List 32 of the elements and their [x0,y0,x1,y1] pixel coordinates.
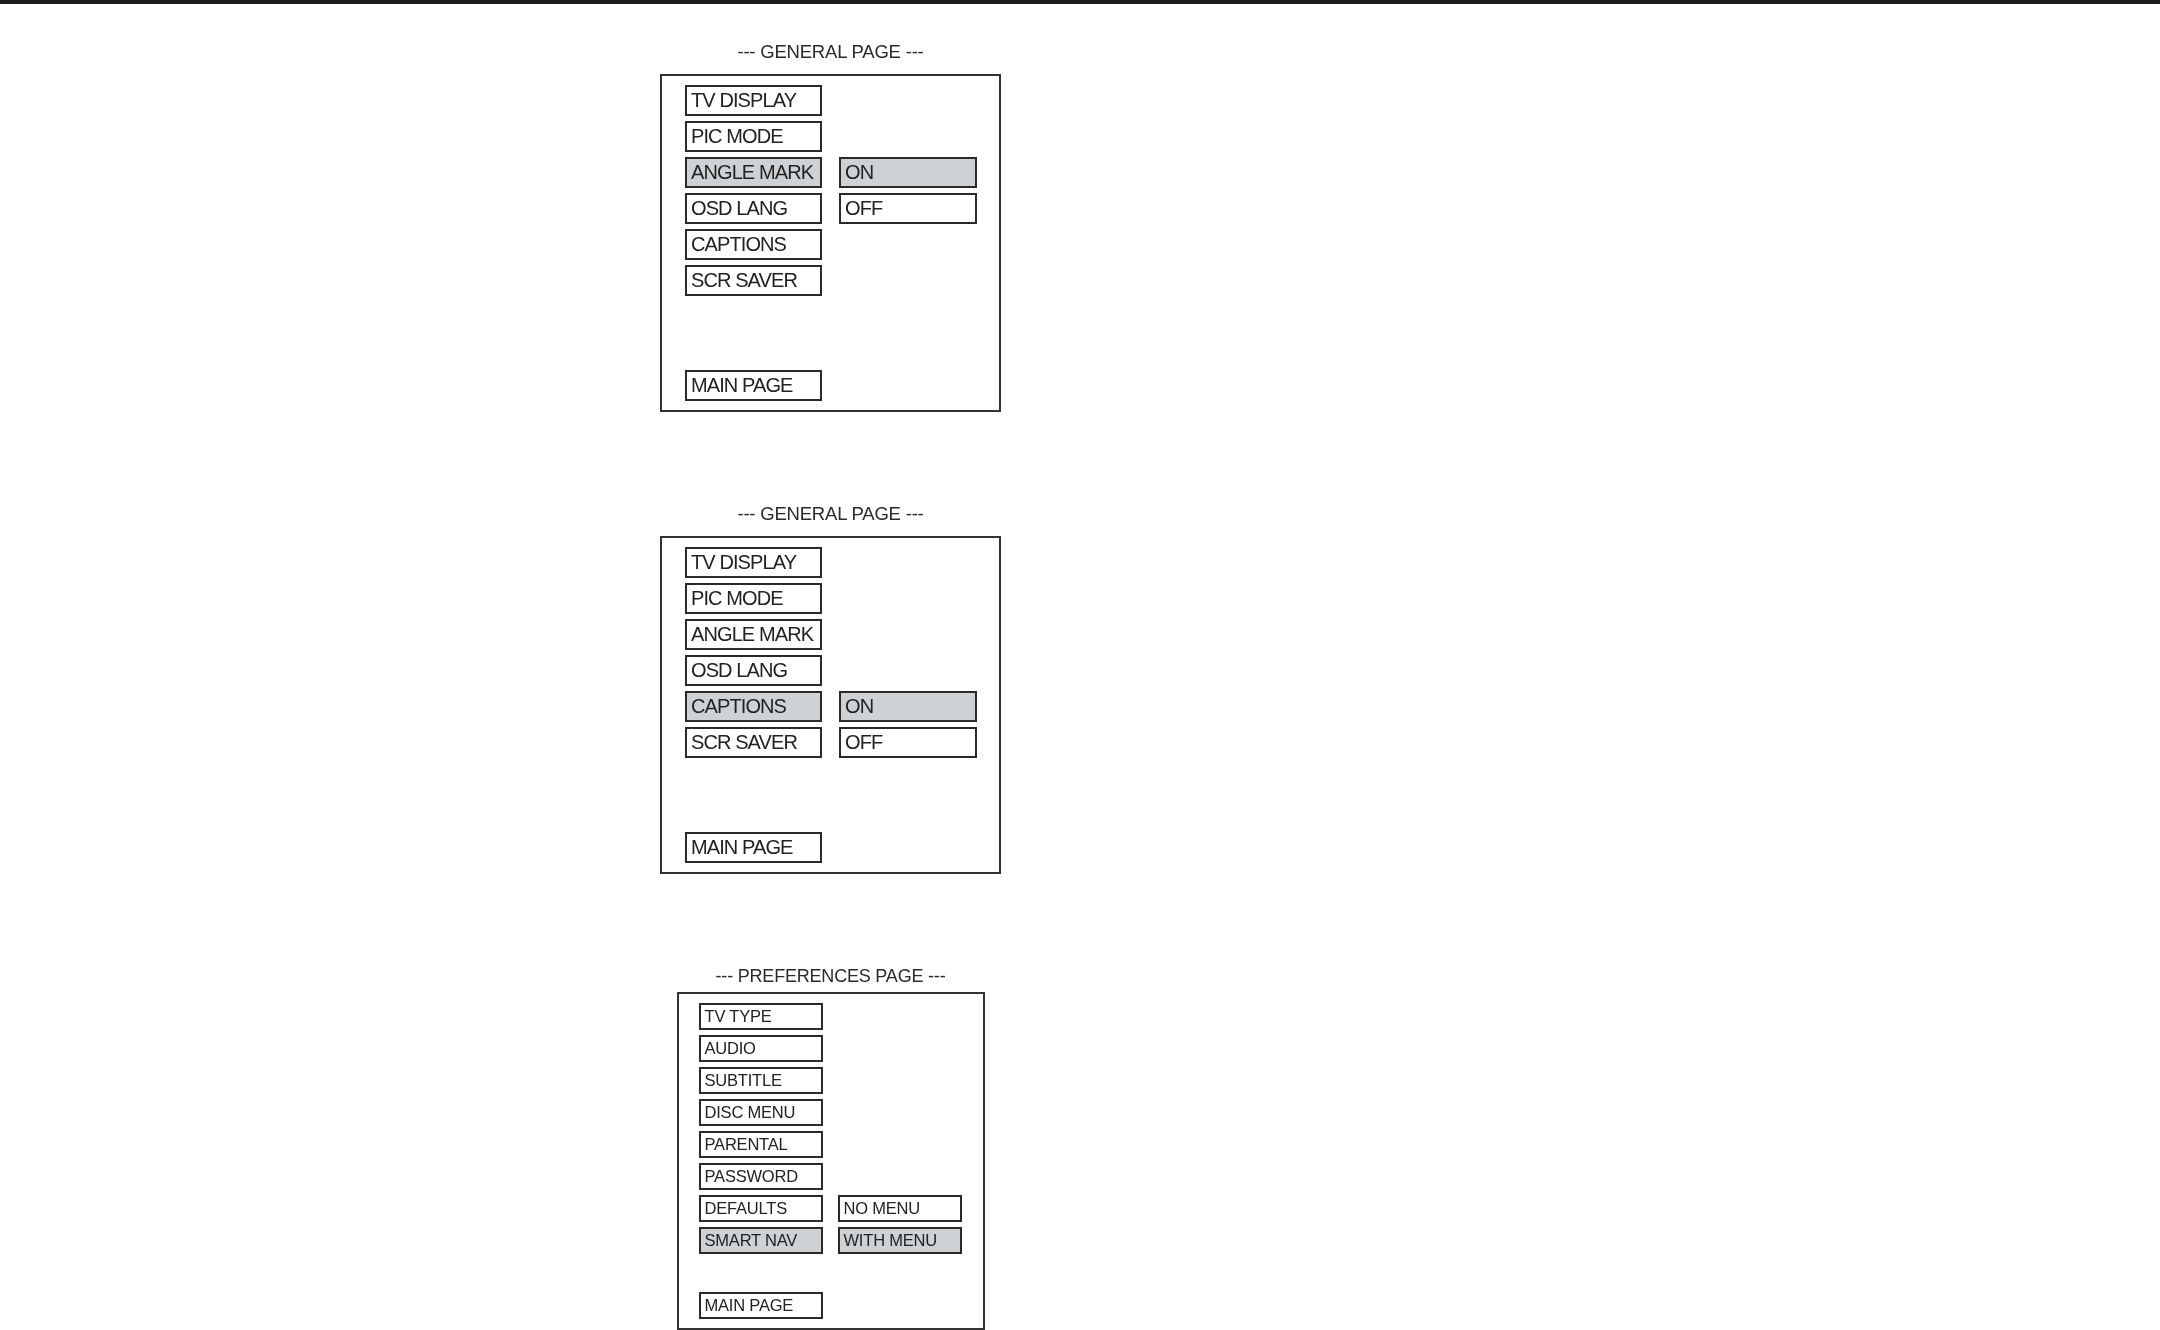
page-title: --- GENERAL PAGE --- [737,41,924,63]
menu-item[interactable]: CAPTIONS [685,691,822,722]
menu-item[interactable]: PASSWORD [698,1163,823,1190]
menu-item[interactable]: TV DISPLAY [685,547,822,578]
menu-item[interactable]: SMART NAV [698,1227,823,1254]
main-page-item[interactable]: MAIN PAGE [698,1292,823,1319]
menu-item[interactable]: OSD LANG [685,655,822,686]
option-item[interactable]: OFF [839,193,977,224]
menu-item[interactable]: AUDIO [698,1035,823,1062]
menu-item[interactable]: DEFAULTS [698,1195,823,1222]
option-item[interactable]: OFF [839,727,977,758]
main-page-item[interactable]: MAIN PAGE [685,370,822,401]
menu-item[interactable]: PIC MODE [685,583,822,614]
menu-item[interactable]: CAPTIONS [685,229,822,260]
page-title: --- PREFERENCES PAGE --- [715,965,946,987]
menu-item[interactable]: ANGLE MARK [685,619,822,650]
option-item[interactable]: ON [839,691,977,722]
option-item[interactable]: WITH MENU [837,1227,962,1254]
menu-item[interactable]: DISC MENU [698,1099,823,1126]
menu-item[interactable]: SUBTITLE [698,1067,823,1094]
page-title: --- GENERAL PAGE --- [737,503,924,525]
menu-item[interactable]: PARENTAL [698,1131,823,1158]
menu-item[interactable]: TV DISPLAY [685,85,822,116]
menu-item[interactable]: TV TYPE [698,1003,823,1030]
menu-item[interactable]: ANGLE MARK [685,157,822,188]
menu-item[interactable]: PIC MODE [685,121,822,152]
menu-item[interactable]: SCR SAVER [685,727,822,758]
option-item[interactable]: NO MENU [837,1195,962,1222]
option-item[interactable]: ON [839,157,977,188]
main-page-item[interactable]: MAIN PAGE [685,832,822,863]
menu-item[interactable]: SCR SAVER [685,265,822,296]
menu-item[interactable]: OSD LANG [685,193,822,224]
